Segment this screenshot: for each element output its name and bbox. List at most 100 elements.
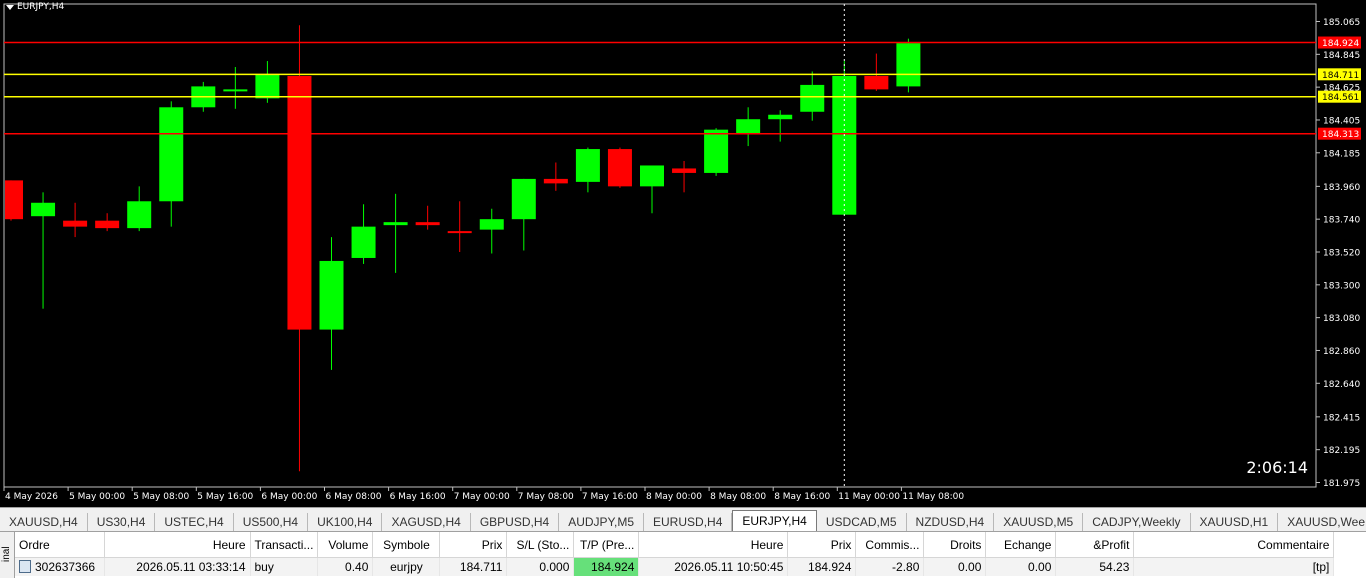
candle-body[interactable] — [159, 107, 184, 202]
column-header[interactable]: Echange — [985, 532, 1057, 558]
cell-value: 0.00 — [958, 560, 982, 574]
candle-body[interactable] — [287, 75, 312, 330]
chart-tab[interactable]: XAUUSD,H1 — [1191, 513, 1279, 532]
chart-tab[interactable]: CADJPY,Weekly — [1083, 513, 1191, 532]
y-tick-label: 184.185 — [1323, 149, 1360, 159]
candle-body[interactable] — [672, 168, 697, 173]
y-tick-label: 185.065 — [1323, 18, 1360, 28]
y-tick-label: 184.405 — [1323, 116, 1360, 126]
column-header[interactable]: Prix — [439, 532, 508, 558]
column-header[interactable]: Heure — [104, 532, 251, 558]
chart-tab[interactable]: USDCAD,M5 — [817, 513, 907, 532]
y-tick-label: 183.300 — [1323, 281, 1360, 291]
cell-value: 2026.05.11 10:50:45 — [674, 560, 784, 574]
column-header[interactable]: S/L (Sto... — [506, 532, 575, 558]
candle-body[interactable] — [543, 178, 568, 184]
x-tick-label: 5 May 16:00 — [197, 492, 253, 502]
dropdown-triangle-icon[interactable] — [6, 4, 14, 10]
chart-tab[interactable]: UK100,H4 — [308, 513, 383, 532]
candle-body[interactable] — [479, 219, 504, 230]
cell-value: 0.00 — [1028, 560, 1052, 574]
candle-body[interactable] — [415, 222, 440, 226]
column-header[interactable]: Commentaire — [1133, 532, 1335, 558]
chart-symbol-label: EURJPY,H4 — [6, 2, 64, 12]
chart-tab[interactable]: AUDJPY,M5 — [559, 513, 645, 532]
column-header[interactable]: Symbole — [372, 532, 441, 558]
candle-body[interactable] — [768, 114, 793, 120]
price-level-label: 184.561 — [1322, 93, 1359, 103]
chart-tab[interactable]: XAUUSD,M5 — [994, 513, 1084, 532]
candle-body[interactable] — [255, 74, 280, 99]
table-cell: 0.00 — [923, 557, 987, 576]
candle-body[interactable] — [704, 129, 729, 173]
candle-body[interactable] — [640, 165, 664, 187]
price-chart[interactable]: 185.065 184.845 184.625 184.405 184.185 183.9… — [0, 0, 1366, 507]
chart-tab[interactable]: EURUSD,H4 — [644, 513, 733, 532]
candle-body[interactable] — [511, 178, 536, 220]
order-document-icon — [19, 560, 31, 573]
table-cell: [tp] — [1133, 557, 1335, 576]
table-cell: -2.80 — [855, 557, 925, 576]
x-tick-label: 8 May 16:00 — [774, 492, 830, 502]
x-tick-label: 6 May 08:00 — [326, 492, 382, 502]
candle-body[interactable] — [127, 201, 152, 229]
chart-canvas[interactable]: 185.065184.845184.625184.405184.185183.9… — [0, 0, 1366, 507]
chart-tab[interactable]: GBPUSD,H4 — [471, 513, 560, 532]
y-tick-label: 183.080 — [1323, 314, 1360, 324]
x-tick-label: 7 May 16:00 — [582, 492, 638, 502]
candle-body[interactable] — [31, 202, 56, 217]
table-cell: 0.00 — [985, 557, 1057, 576]
y-tick-label: 181.975 — [1323, 479, 1360, 489]
price-level-label: 184.313 — [1322, 130, 1359, 140]
candle-body[interactable] — [223, 89, 248, 92]
candle-body[interactable] — [896, 43, 921, 87]
chart-tab[interactable]: XAUUSD,Wee — [1278, 513, 1366, 532]
y-tick-label: 182.195 — [1323, 446, 1360, 456]
candle-body[interactable] — [63, 220, 88, 227]
table-cell: buy — [250, 557, 319, 576]
y-tick-label: 182.640 — [1323, 380, 1360, 390]
table-cell: 54.23 — [1055, 557, 1135, 576]
candle-body[interactable] — [383, 222, 408, 226]
chart-tab[interactable]: US30,H4 — [88, 513, 156, 532]
cell-value: 184.924 — [591, 560, 635, 574]
candle-body[interactable] — [736, 119, 761, 135]
column-header[interactable]: Transacti... — [250, 532, 319, 558]
y-tick-label: 183.960 — [1323, 183, 1360, 193]
column-header[interactable]: Commis... — [855, 532, 925, 558]
candle-body[interactable] — [447, 231, 472, 234]
chart-tab[interactable]: EURJPY,H4 — [732, 510, 817, 532]
chart-tab[interactable]: XAGUSD,H4 — [382, 513, 471, 532]
chart-tab[interactable]: USTEC,H4 — [155, 513, 234, 532]
x-tick-label: 8 May 00:00 — [646, 492, 702, 502]
cell-value: 302637366 — [35, 560, 96, 574]
column-header[interactable]: Volume — [317, 532, 374, 558]
chart-tab[interactable]: XAUUSD,H4 — [0, 513, 88, 532]
candle-body[interactable] — [864, 75, 889, 90]
candle-body[interactable] — [5, 180, 23, 220]
terminal-panel: inal Ordre Heure Transacti... Volume Symbole… — [0, 531, 1366, 578]
chart-tab[interactable]: NZDUSD,H4 — [907, 513, 995, 532]
candle-body[interactable] — [575, 149, 600, 182]
table-cell: eurjpy — [372, 557, 441, 576]
candle-body[interactable] — [319, 260, 344, 330]
column-header[interactable]: Prix — [787, 532, 857, 558]
table-row[interactable]: 302637366 2026.05.11 03:33:14 buy 0.40 eurjp… — [15, 557, 1335, 576]
column-header[interactable]: Ordre — [15, 532, 105, 558]
cell-value: -2.80 — [892, 560, 920, 574]
column-header[interactable]: &Profit — [1055, 532, 1135, 558]
column-header[interactable]: Heure — [638, 532, 789, 558]
cell-value: 0.000 — [539, 560, 570, 574]
column-header[interactable]: T/P (Pre... — [573, 532, 640, 558]
candle-body[interactable] — [607, 149, 632, 187]
candle-body[interactable] — [351, 226, 376, 258]
y-tick-label: 184.845 — [1323, 51, 1360, 61]
candle-countdown-timer: 2:06:14 — [1246, 458, 1308, 477]
table-cell: 184.711 — [439, 557, 508, 576]
cell-value: [tp] — [1312, 560, 1330, 574]
candle-body[interactable] — [800, 84, 825, 112]
terminal-side-label[interactable]: inal — [0, 532, 15, 578]
column-header[interactable]: Droits — [923, 532, 987, 558]
chart-tab[interactable]: US500,H4 — [234, 513, 309, 532]
candle-body[interactable] — [95, 220, 120, 229]
